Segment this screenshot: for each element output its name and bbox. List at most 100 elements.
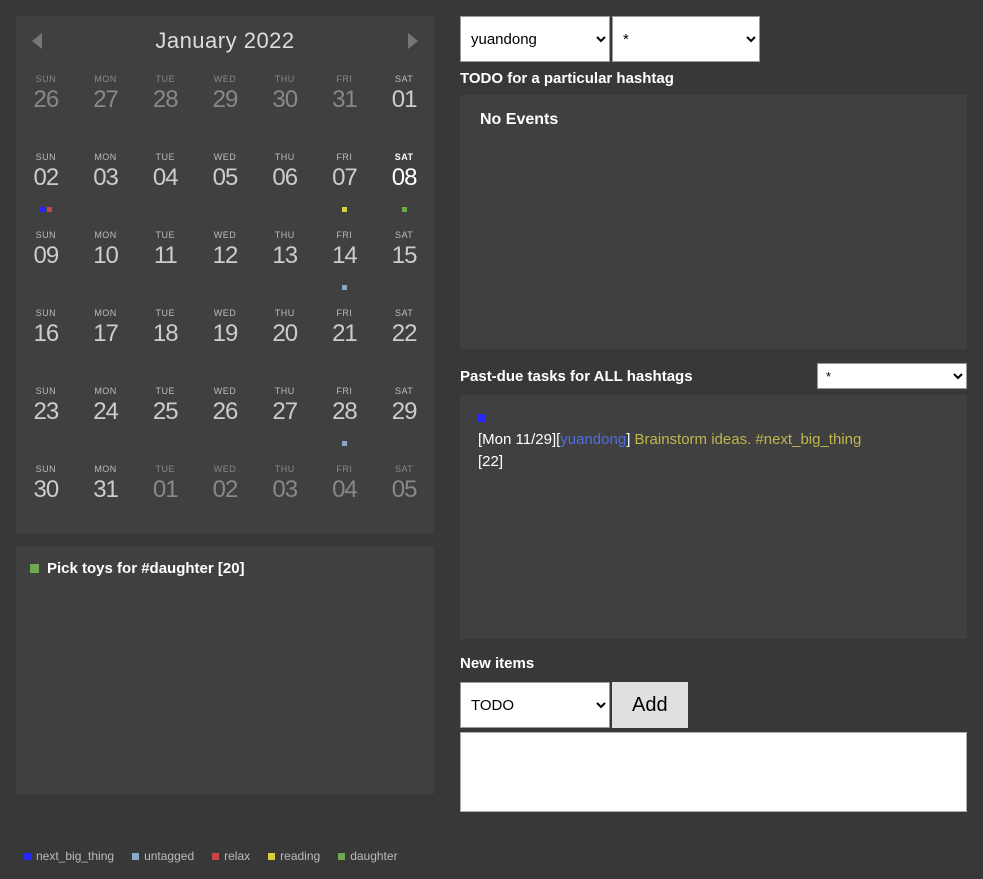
calendar-day-cell[interactable]: WED26 xyxy=(195,378,255,456)
next-month-button[interactable] xyxy=(408,33,418,49)
day-of-week-label: SAT xyxy=(374,230,434,240)
day-of-week-label: SUN xyxy=(16,386,76,396)
calendar-day-cell[interactable]: TUE28 xyxy=(135,66,195,144)
add-button[interactable]: Add xyxy=(612,682,688,728)
day-of-week-label: MON xyxy=(76,230,136,240)
calendar-day-cell[interactable]: THU30 xyxy=(255,66,315,144)
day-of-week-label: SAT xyxy=(374,308,434,318)
calendar-day-cell[interactable]: SUN 23 xyxy=(16,378,76,456)
calendar-day-cell[interactable]: SAT29 xyxy=(374,378,434,456)
calendar-day-cell[interactable]: TUE11 xyxy=(135,222,195,300)
day-of-week-label: TUE xyxy=(135,230,195,240)
calendar-day-cell[interactable]: SUN26 xyxy=(16,66,76,144)
calendar-day-cell[interactable]: MON24 xyxy=(76,378,136,456)
legend-item[interactable]: daughter xyxy=(338,849,397,863)
day-number: 30 xyxy=(255,86,315,114)
day-number: 14 xyxy=(315,242,375,270)
calendar-day-cell[interactable]: SUN30 xyxy=(16,456,76,534)
calendar-day-cell[interactable]: SUN16 xyxy=(16,300,76,378)
calendar-day-cell[interactable]: WED12 xyxy=(195,222,255,300)
calendar-day-cell[interactable]: FRI04 xyxy=(315,456,375,534)
legend-label: relax xyxy=(224,849,250,863)
calendar-day-cell[interactable]: THU13 xyxy=(255,222,315,300)
day-number: 27 xyxy=(255,398,315,426)
user-select[interactable]: yuandong xyxy=(460,16,610,62)
calendar-day-cell[interactable]: THU20 xyxy=(255,300,315,378)
legend-item[interactable]: untagged xyxy=(132,849,194,863)
filter-selectors: yuandong * xyxy=(460,16,967,62)
day-of-week-label: MON xyxy=(76,464,136,474)
new-items-title: New items xyxy=(460,655,967,672)
prev-month-button[interactable] xyxy=(32,33,42,49)
legend-item[interactable]: reading xyxy=(268,849,320,863)
item-type-select[interactable]: TODO xyxy=(460,682,610,728)
day-of-week-label: MON xyxy=(76,308,136,318)
day-number: 19 xyxy=(195,320,255,348)
calendar-day-cell[interactable]: SAT22 xyxy=(374,300,434,378)
day-of-week-label: FRI xyxy=(315,152,375,162)
pastdue-title: Past-due tasks for ALL hashtags xyxy=(460,368,693,385)
selected-day-events: Pick toys for #daughter [20] xyxy=(16,546,434,794)
day-number: 24 xyxy=(76,398,136,426)
legend-item[interactable]: relax xyxy=(212,849,250,863)
calendar-day-cell[interactable]: FRI07 xyxy=(315,144,375,222)
legend: next_big_thing untagged relax reading daught… xyxy=(16,833,434,863)
calendar-day-cell[interactable]: WED02 xyxy=(195,456,255,534)
pastdue-task[interactable]: [Mon 11/29][yuandong] Brainstorm ideas. … xyxy=(478,407,949,472)
day-number: 25 xyxy=(135,398,195,426)
day-number: 30 xyxy=(16,476,76,504)
day-number: 27 xyxy=(76,86,136,114)
event-dot-icon xyxy=(342,285,347,290)
day-number: 16 xyxy=(16,320,76,348)
calendar-day-cell[interactable]: SAT01 xyxy=(374,66,434,144)
day-of-week-label: WED xyxy=(195,74,255,84)
day-number: 06 xyxy=(255,164,315,192)
day-number: 01 xyxy=(374,86,434,114)
calendar-day-cell[interactable]: THU06 xyxy=(255,144,315,222)
calendar-day-cell[interactable]: MON 31 xyxy=(76,456,136,534)
day-number: 04 xyxy=(315,476,375,504)
calendar-day-cell[interactable]: TUE18 xyxy=(135,300,195,378)
calendar-day-cell[interactable]: FRI21 xyxy=(315,300,375,378)
calendar-day-cell[interactable]: SAT05 xyxy=(374,456,434,534)
calendar-day-cell[interactable]: MON17 xyxy=(76,300,136,378)
day-number: 31 xyxy=(76,476,136,504)
hashtag-select[interactable]: * xyxy=(612,16,760,62)
event-item[interactable]: Pick toys for #daughter [20] xyxy=(30,560,420,577)
calendar-day-cell[interactable]: TUE01 xyxy=(135,456,195,534)
calendar-day-cell[interactable]: TUE25 xyxy=(135,378,195,456)
calendar-day-cell[interactable]: FRI28 xyxy=(315,378,375,456)
day-of-week-label: WED xyxy=(195,308,255,318)
calendar-day-cell[interactable]: WED 29 xyxy=(195,66,255,144)
no-events-text: No Events xyxy=(480,111,558,128)
calendar-day-cell[interactable]: MON10 xyxy=(76,222,136,300)
day-number: 29 xyxy=(374,398,434,426)
calendar-day-cell[interactable]: MON27 xyxy=(76,66,136,144)
task-color-dot-icon xyxy=(478,414,486,422)
calendar-day-cell[interactable]: THU03 xyxy=(255,456,315,534)
new-items-section: New items TODO Add xyxy=(460,653,967,812)
calendar-day-cell[interactable]: MON03 xyxy=(76,144,136,222)
legend-color-icon xyxy=(212,853,219,860)
day-number: 29 xyxy=(195,86,255,114)
calendar-day-cell[interactable]: WED05 xyxy=(195,144,255,222)
legend-item[interactable]: next_big_thing xyxy=(24,849,114,863)
day-of-week-label: WED xyxy=(195,464,255,474)
pastdue-hashtag-select[interactable]: * xyxy=(817,363,967,389)
day-number: 05 xyxy=(374,476,434,504)
calendar-day-cell[interactable]: TUE04 xyxy=(135,144,195,222)
event-dots xyxy=(16,207,76,212)
day-number: 01 xyxy=(135,476,195,504)
calendar-day-cell[interactable]: WED 19 xyxy=(195,300,255,378)
calendar-day-cell[interactable]: SUN09 xyxy=(16,222,76,300)
calendar-day-cell[interactable]: FRI31 xyxy=(315,66,375,144)
day-of-week-label: TUE xyxy=(135,308,195,318)
calendar-day-cell[interactable]: SUN02 xyxy=(16,144,76,222)
new-item-textarea[interactable] xyxy=(460,732,967,812)
day-number: 02 xyxy=(16,164,76,192)
day-number: 23 xyxy=(16,398,76,426)
calendar-day-cell[interactable]: SAT08 xyxy=(374,144,434,222)
calendar-day-cell[interactable]: THU27 xyxy=(255,378,315,456)
calendar-day-cell[interactable]: FRI14 xyxy=(315,222,375,300)
calendar-day-cell[interactable]: SAT15 xyxy=(374,222,434,300)
